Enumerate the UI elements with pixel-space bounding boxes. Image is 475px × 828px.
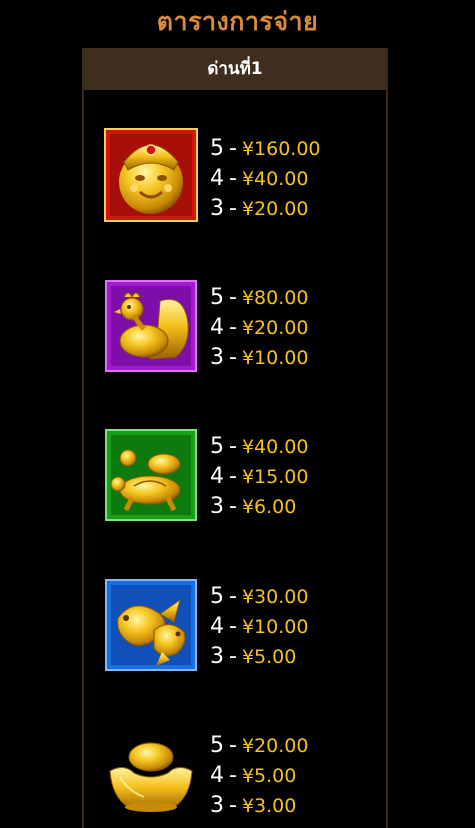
payout-line: 4- ¥20.00	[210, 313, 308, 343]
payout-list: 5- ¥20.00 4- ¥5.00 3- ¥3.00	[210, 731, 308, 821]
payout-amount: ¥20.00	[241, 317, 309, 339]
payout-amount: ¥40.00	[241, 168, 309, 190]
payout-amount: ¥40.00	[241, 436, 309, 458]
match-count: 4	[210, 614, 224, 639]
separator: -	[229, 464, 237, 489]
separator: -	[229, 793, 237, 818]
payout-amount: ¥80.00	[241, 287, 309, 309]
payout-line: 5- ¥30.00	[210, 582, 308, 612]
god-of-wealth-icon	[104, 128, 198, 222]
payout-list: 5- ¥80.00 4- ¥20.00 3- ¥10.00	[210, 283, 308, 373]
separator: -	[229, 345, 237, 370]
match-count: 3	[210, 196, 224, 221]
match-count: 4	[210, 166, 224, 191]
paytable-page: ตารางการจ่าย ด่านที่1 5 - ¥160.00 4 - ¥4…	[0, 0, 475, 828]
koi-fish-icon	[104, 578, 198, 672]
match-count: 3	[210, 644, 224, 669]
payout-line: 3- ¥5.00	[210, 642, 308, 672]
page-title: ตารางการจ่าย	[156, 7, 319, 36]
payout-line: 3- ¥3.00	[210, 791, 308, 821]
payout-amount: ¥15.00	[241, 466, 309, 488]
rooster-icon	[104, 279, 198, 373]
symbol-row: 5- ¥30.00 4- ¥10.00 3- ¥5.00	[104, 576, 374, 676]
symbol-row: 5- ¥80.00 4- ¥20.00 3- ¥10.00	[104, 277, 374, 377]
match-count: 5	[210, 584, 224, 609]
payout-list: 5- ¥40.00 4- ¥15.00 3- ¥6.00	[210, 432, 308, 522]
payout-amount: ¥5.00	[241, 646, 297, 668]
separator: -	[229, 315, 237, 340]
level-header: ด่านที่1	[84, 48, 386, 90]
symbol-row: 5- ¥160.00 4- ¥40.00 3- ¥20.00	[104, 128, 374, 228]
payout-amount: ¥20.00	[241, 735, 309, 757]
match-count: 3	[210, 494, 224, 519]
payout-amount: ¥30.00	[241, 586, 309, 608]
match-count: 5	[210, 136, 224, 161]
separator: -	[229, 763, 237, 788]
payout-line: 5- ¥20.00	[210, 731, 308, 761]
payout-amount: ¥3.00	[241, 795, 297, 817]
payout-line: 5- ¥40.00	[210, 432, 308, 462]
separator: -	[229, 614, 237, 639]
separator: -	[229, 196, 237, 221]
turtle-icon	[104, 428, 198, 522]
payout-amount: ¥10.00	[241, 616, 309, 638]
separator: -	[229, 584, 237, 609]
separator: -	[229, 166, 237, 191]
separator: -	[229, 434, 237, 459]
separator: -	[229, 285, 237, 310]
match-count: 4	[210, 763, 224, 788]
match-count: 4	[210, 315, 224, 340]
separator: -	[229, 494, 237, 519]
match-count: 3	[210, 793, 224, 818]
payout-amount: ¥5.00	[241, 765, 297, 787]
gold-ingot-icon	[104, 727, 198, 821]
separator: -	[229, 733, 237, 758]
payout-amount: ¥20.00	[241, 198, 309, 220]
payout-line: 4- ¥5.00	[210, 761, 308, 791]
payout-line: 4- ¥15.00	[210, 462, 308, 492]
symbol-row: 5- ¥40.00 4- ¥15.00 3- ¥6.00	[104, 426, 374, 526]
match-count: 5	[210, 434, 224, 459]
payout-line: 3- ¥10.00	[210, 343, 308, 373]
symbol-row: 5- ¥20.00 4- ¥5.00 3- ¥3.00	[104, 725, 374, 825]
payout-line: 4- ¥10.00	[210, 612, 308, 642]
payout-amount: ¥10.00	[241, 347, 309, 369]
match-count: 3	[210, 345, 224, 370]
separator: -	[229, 136, 237, 161]
match-count: 5	[210, 285, 224, 310]
payout-amount: ¥160.00	[241, 138, 321, 160]
payout-line: 5- ¥160.00	[210, 134, 321, 164]
payout-line: 3- ¥6.00	[210, 492, 308, 522]
payout-list: 5- ¥160.00 4- ¥40.00 3- ¥20.00	[210, 134, 321, 224]
payout-line: 4- ¥40.00	[210, 164, 321, 194]
payout-line: 5- ¥80.00	[210, 283, 308, 313]
match-count: 5	[210, 733, 224, 758]
separator: -	[229, 644, 237, 669]
paytable-panel[interactable]: ด่านที่1 5- ¥160.00 4 - ¥40.00 3 - ¥20.0…	[82, 48, 388, 828]
payout-amount: ¥6.00	[241, 496, 297, 518]
payout-line: 3- ¥20.00	[210, 194, 321, 224]
match-count: 4	[210, 464, 224, 489]
payout-list: 5- ¥30.00 4- ¥10.00 3- ¥5.00	[210, 582, 308, 672]
